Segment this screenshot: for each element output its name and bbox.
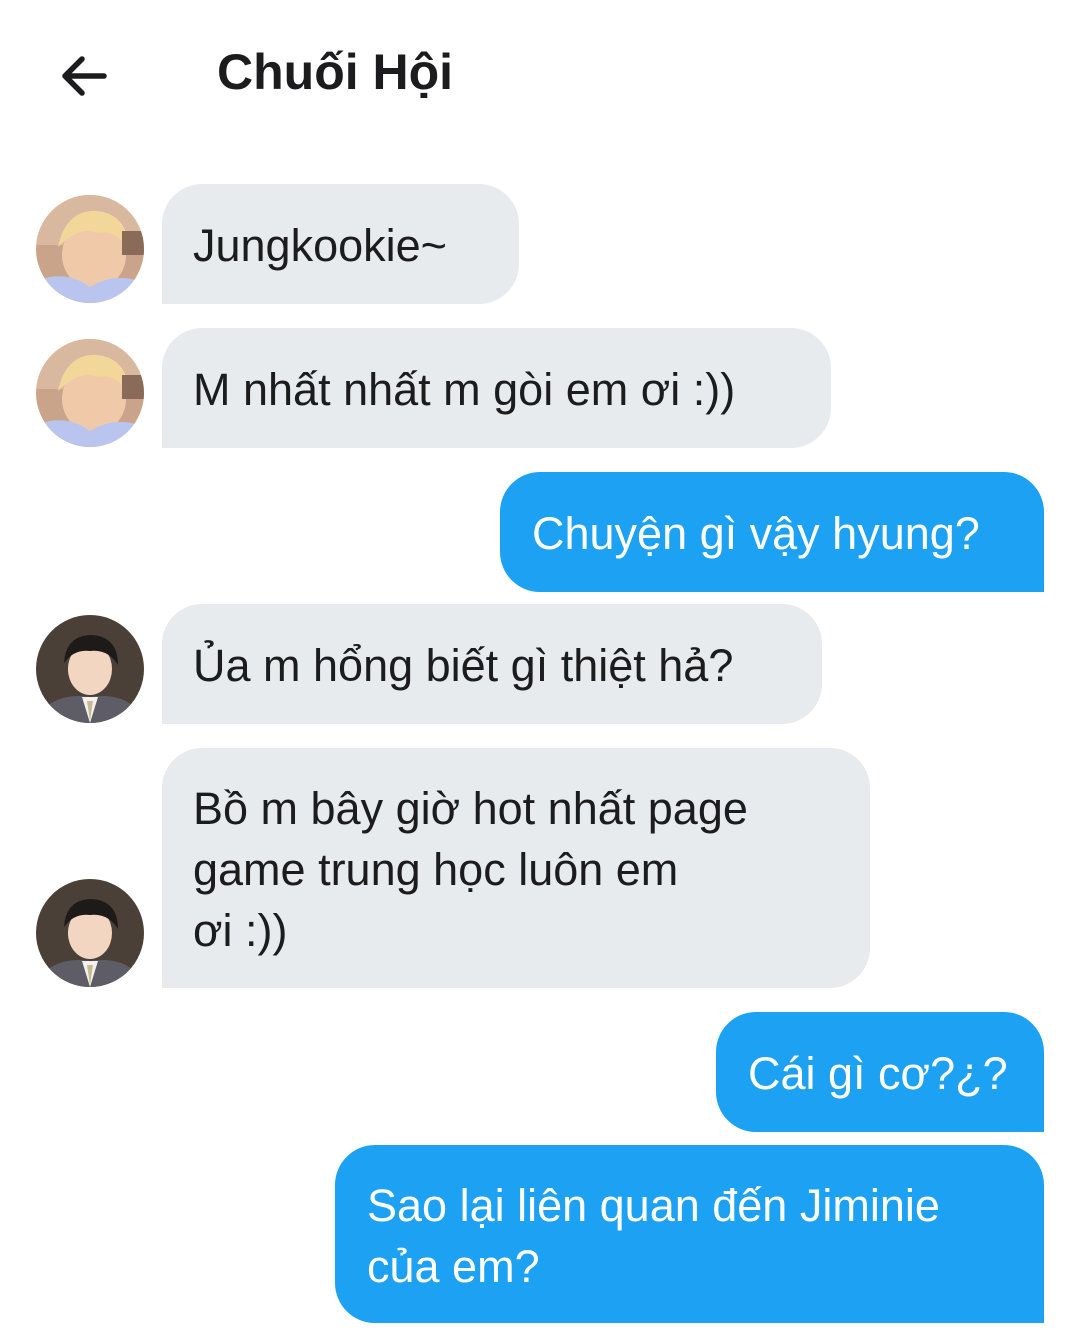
- avatar[interactable]: [36, 879, 144, 987]
- blond-hair-avatar-icon: [36, 195, 144, 303]
- chat-screen: Chuối Hội Jungkookie~ M nhất nhất m gòi …: [0, 0, 1080, 1330]
- message-bubble[interactable]: Chuyện gì vậy hyung?: [500, 472, 1044, 592]
- blond-hair-avatar-icon: [36, 339, 144, 447]
- message-bubble[interactable]: Cái gì cơ?¿?: [716, 1012, 1044, 1132]
- conversation-title: Chuối Hội: [217, 44, 454, 100]
- dark-hair-suit-avatar-icon: [36, 879, 144, 987]
- arrow-left-icon: [62, 56, 107, 96]
- avatar[interactable]: [36, 615, 144, 723]
- message-bubble[interactable]: Jungkookie~: [162, 184, 519, 304]
- avatar[interactable]: [36, 195, 144, 303]
- message-bubble[interactable]: M nhất nhất m gòi em ơi :)): [162, 328, 831, 448]
- message-bubble[interactable]: Sao lại liên quan đến Jiminie của em?: [335, 1145, 1044, 1323]
- dark-hair-suit-avatar-icon: [36, 615, 144, 723]
- chat-header: Chuối Hội: [0, 0, 1080, 150]
- avatar[interactable]: [36, 339, 144, 447]
- message-bubble[interactable]: Ủa m hổng biết gì thiệt hả?: [162, 604, 822, 724]
- back-button[interactable]: [52, 44, 116, 108]
- message-bubble[interactable]: Bồ m bây giờ hot nhất page game trung họ…: [162, 748, 870, 988]
